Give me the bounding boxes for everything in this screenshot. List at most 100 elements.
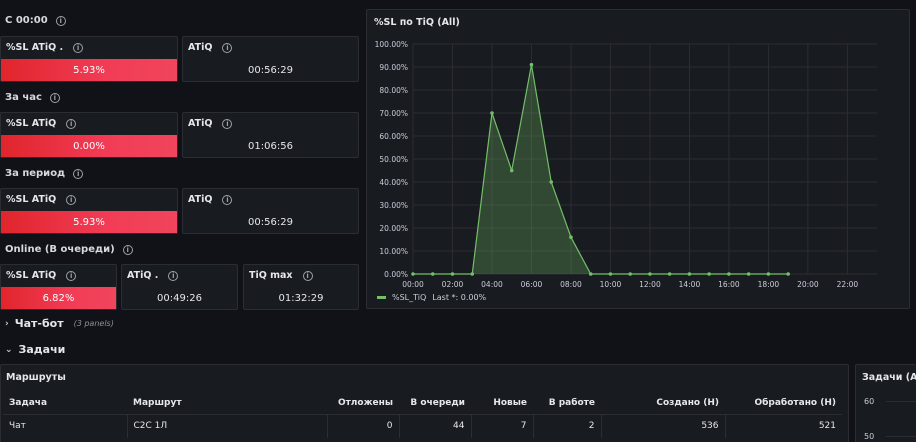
stat-panel-sl-r1[interactable]: %SL ATiQ . i 5.93% [0,36,178,82]
panel-title: %SL ATiQ [6,118,57,129]
section-title-per-period: За период i [5,168,84,179]
tasks-chart-panel[interactable]: Задачи (All) 60 50 [855,364,916,442]
stat-panel-tiq-max[interactable]: TiQ max i 01:32:29 [243,264,359,310]
section-label: За час [5,92,42,103]
table-cell: Чат [3,414,128,438]
column-header-in-progress[interactable]: В работе [533,392,601,415]
y-tick-label: 50.00% [379,155,408,164]
info-icon[interactable]: i [66,270,77,281]
chevron-down-icon: ⌄ [5,344,13,355]
column-header-task[interactable]: Задача [3,392,127,415]
x-tick-label: 20:00 [797,280,819,289]
section-title-since-midnight: С 00:00 i [5,15,66,26]
panel-title: ATiQ . [127,270,159,281]
info-icon[interactable]: i [73,42,84,53]
x-tick-label: 12:00 [639,280,661,289]
row-panel-count: (3 panels) [73,319,114,328]
legend-series-name: %SL_TiQ [392,293,427,302]
info-icon[interactable]: i [122,244,133,255]
table-cell: 2 [533,414,602,438]
chart-panel-sl-tiq[interactable]: %SL по TiQ (All) 100.00% 90.00% 80.00% 70.0… [366,9,910,309]
data-point [766,272,771,276]
series-area [413,64,789,274]
stat-value: 00:56:29 [248,65,293,76]
data-point [549,180,554,184]
panel-title: ATiQ [188,42,213,53]
y-tick-label: 20.00% [379,224,408,233]
y-tick-label: 70.00% [379,109,408,118]
panel-title: Маршруты [6,372,66,383]
y-tick-label: 80.00% [379,86,408,95]
legend-last-value: Last *: 0.00% [432,293,487,302]
stat-panel-atiq-r4[interactable]: ATiQ . i 00:49:26 [121,264,238,310]
y-tick-label: 100.00% [375,40,408,49]
stat-panel-sl-r3[interactable]: %SL ATiQ i 5.93% [0,188,178,234]
row-tasks[interactable]: ⌄ Задачи [5,343,65,356]
column-header-processed[interactable]: Обработано (Н) [725,392,842,415]
x-tick-label: 10:00 [600,280,622,289]
legend-swatch [377,296,386,299]
info-icon[interactable]: i [222,194,233,205]
column-header-postponed[interactable]: Отложены [327,392,399,415]
stat-panel-sl-r4[interactable]: %SL ATiQ i 6.82% [0,264,117,310]
data-point [727,272,731,276]
data-point [667,272,672,276]
stat-value: 5.93% [1,59,177,81]
x-tick-label: 02:00 [442,280,464,289]
table-header-row: Задача Маршрут Отложены В очереди Новые … [3,392,842,415]
table-cell: 0 [327,414,400,438]
stat-value: 00:49:26 [157,293,202,304]
row-chat-bot[interactable]: › Чат-бот (3 panels) [5,317,114,330]
panel-title: %SL ATiQ . [6,42,64,53]
table-row[interactable]: Чат C2C 1Л 0 44 7 2 536 521 [3,414,842,438]
info-icon[interactable]: i [66,118,77,129]
stat-panel-sl-r2[interactable]: %SL ATiQ i 0.00% [0,112,178,158]
x-tick-label: 04:00 [481,280,503,289]
stat-value: 00:56:29 [248,217,293,228]
grid-line [886,436,916,437]
x-tick-label: 18:00 [758,280,780,289]
row-label: Чат-бот [14,317,64,330]
column-header-new[interactable]: Новые [471,392,533,415]
chart-legend[interactable]: %SL_TiQ Last *: 0.00% [377,293,486,302]
data-point [608,272,613,276]
column-header-route[interactable]: Маршрут [127,392,327,415]
info-icon[interactable]: i [73,168,84,179]
section-label: С 00:00 [5,15,48,26]
info-icon[interactable]: i [55,15,66,26]
y-tick-label: 60.00% [379,132,408,141]
info-icon[interactable]: i [222,118,233,129]
data-point [470,272,475,276]
table-cell: 536 [601,414,726,438]
x-tick-label: 22:00 [837,280,859,289]
panel-title: ATiQ [188,118,213,129]
column-header-created[interactable]: Создано (Н) [601,392,725,415]
stat-value: 5.93% [1,211,177,233]
x-tick-label: 14:00 [679,280,701,289]
section-label: Online (В очереди) [5,244,115,255]
y-tick-label: 40.00% [379,178,408,187]
stat-panel-atiq-r1[interactable]: ATiQ i 00:56:29 [182,36,359,82]
data-point [509,168,514,173]
stat-panel-atiq-r2[interactable]: ATiQ i 01:06:56 [182,112,359,158]
info-icon[interactable]: i [302,270,313,281]
row-label: Задачи [18,343,66,356]
y-tick-label: 0.00% [384,270,408,279]
section-title-online: Online (В очереди) i [5,244,133,255]
y-tick-label: 30.00% [379,201,408,210]
info-icon[interactable]: i [66,194,77,205]
data-point [450,272,455,276]
data-point [588,272,593,276]
data-point [786,272,790,276]
info-icon[interactable]: i [222,42,233,53]
table-cell: 521 [818,421,836,432]
data-point [746,272,751,276]
stat-panel-atiq-r3[interactable]: ATiQ i 00:56:29 [182,188,359,234]
table-cell: 44 [399,414,472,438]
info-icon[interactable]: i [168,270,179,281]
routes-table-panel[interactable]: Маршруты Задача Маршрут Отложены В очере… [0,364,849,442]
x-tick-label: 16:00 [718,280,740,289]
info-icon[interactable]: i [49,92,60,103]
area-chart: 100.00% 90.00% 80.00% 70.00% 60.00% 50.00% 40.… [375,40,877,289]
column-header-queued[interactable]: В очереди [399,392,471,415]
